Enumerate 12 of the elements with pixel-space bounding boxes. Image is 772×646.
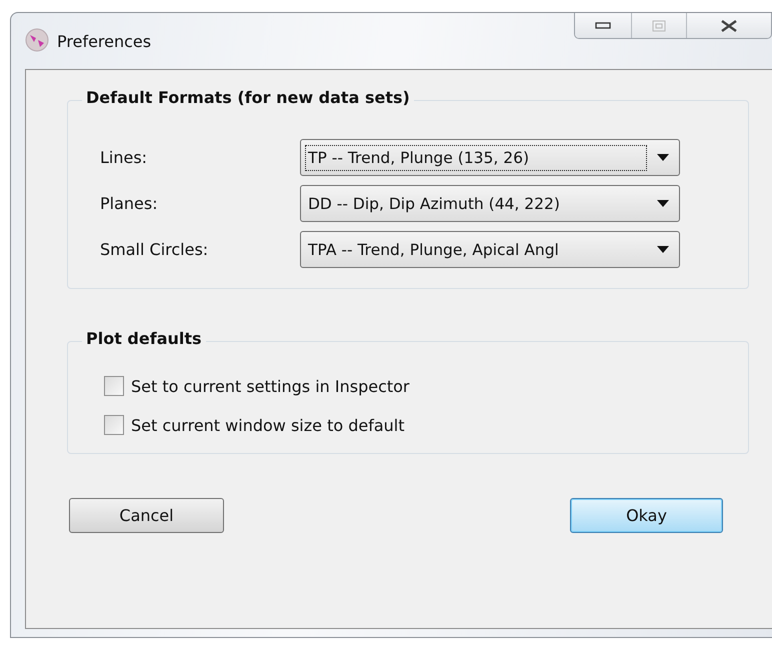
cancel-button[interactable]: Cancel bbox=[69, 498, 224, 533]
group-title: Default Formats (for new data sets) bbox=[82, 88, 414, 107]
window-title: Preferences bbox=[57, 32, 152, 51]
checkbox-label: Set current window size to default bbox=[131, 416, 405, 434]
format-dropdown[interactable]: TP -- Trend, Plunge (135, 26) bbox=[300, 139, 680, 176]
field-label: Lines: bbox=[100, 148, 148, 167]
field-label: Planes: bbox=[100, 194, 159, 213]
format-dropdown[interactable]: DD -- Dip, Dip Azimuth (44, 222) bbox=[300, 185, 680, 222]
okay-button[interactable]: Okay bbox=[570, 498, 723, 533]
field-label: Small Circles: bbox=[100, 240, 210, 259]
format-dropdown[interactable]: TPA -- Trend, Plunge, Apical Angl bbox=[300, 231, 680, 268]
checkbox-label: Set to current settings in Inspector bbox=[131, 376, 410, 396]
